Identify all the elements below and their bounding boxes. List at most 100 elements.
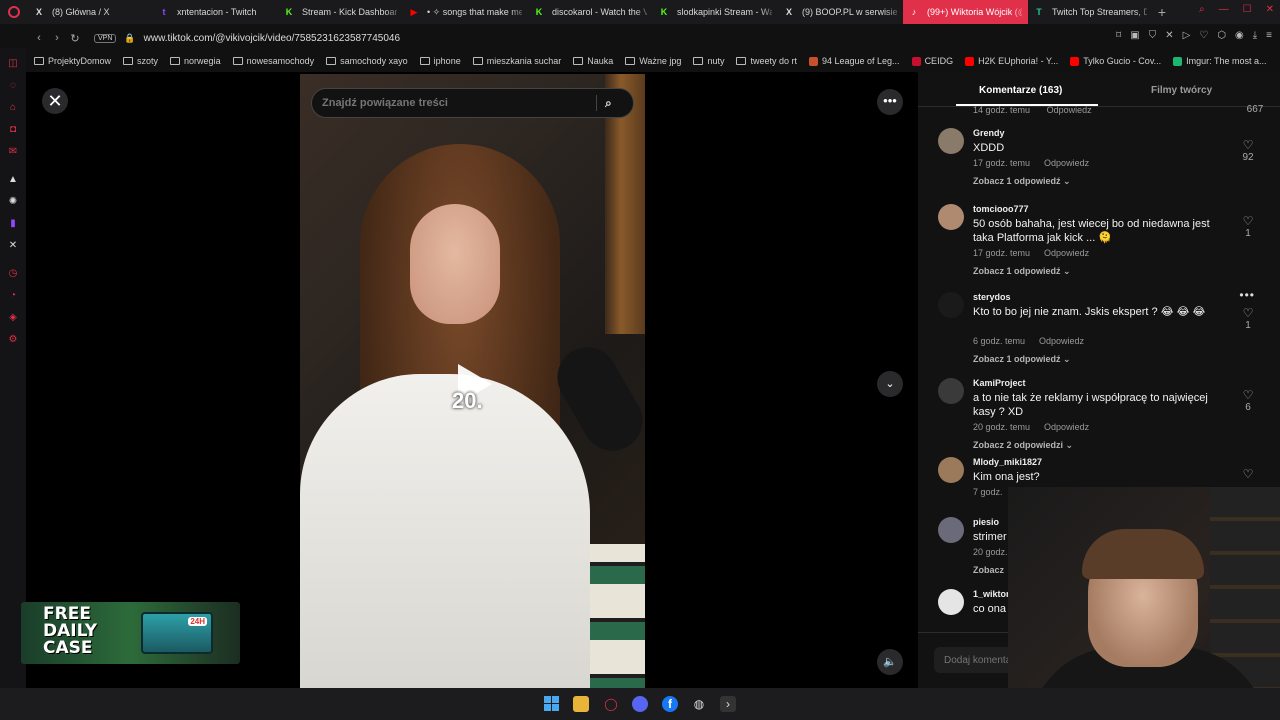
comment-username[interactable]: Grendy (973, 128, 1005, 138)
lock-icon[interactable]: 🔒 (124, 33, 135, 44)
bookmark-item[interactable]: CEIDG (911, 56, 953, 66)
close-window-button[interactable]: ✕ (1266, 4, 1274, 15)
browser-tab[interactable]: X (8) Główna / X (28, 0, 153, 24)
bookmark-item[interactable]: szoty (123, 56, 158, 66)
new-tab-button[interactable]: + (1153, 4, 1171, 20)
view-replies-button[interactable]: Zobacz 1 odpowiedź ⌄ (973, 354, 1071, 365)
avatar[interactable] (938, 128, 964, 154)
reply-button[interactable]: Odpowiedz (1039, 336, 1084, 346)
view-replies-button[interactable]: Zobacz 1 odpowiedź ⌄ (973, 176, 1071, 187)
volume-button[interactable]: 🔈 (877, 649, 903, 675)
tab-comments[interactable]: Komentarze (163) (979, 85, 1062, 96)
browser-tab[interactable]: T Twitch Top Streamers, D (1028, 0, 1153, 24)
wallet-icon[interactable]: ⌂ (7, 102, 19, 114)
aria-icon[interactable]: ◫ (7, 58, 19, 70)
search-tabs-icon[interactable]: ⌕ (1199, 4, 1205, 15)
maximize-button[interactable]: ☐ (1243, 4, 1252, 15)
browser-tab[interactable]: Kslodkapinki Stream - Wat (653, 0, 778, 24)
comment-username[interactable]: sterydos (973, 292, 1011, 302)
comment-more-icon[interactable]: ••• (1239, 288, 1255, 302)
opera-taskbar-icon[interactable]: ◯ (603, 696, 619, 712)
free-daily-case-ad[interactable]: FREE DAILY CASE 24H (21, 602, 240, 664)
bookmark-item[interactable]: Tylko Gucio - Cov... (1070, 56, 1161, 66)
x-icon[interactable]: ✕ (7, 240, 19, 252)
file-explorer-icon[interactable] (573, 696, 589, 712)
view-replies-button[interactable]: Zobacz (973, 565, 1004, 575)
shield-icon[interactable]: ⛉ (1149, 30, 1157, 41)
reload-button[interactable]: ↻ (66, 32, 84, 45)
forward-button[interactable]: › (48, 32, 66, 44)
browser-tab[interactable]: K Stream - Kick Dashboard (278, 0, 403, 24)
avatar[interactable] (938, 589, 964, 615)
snapshot-icon[interactable]: ▣ (1130, 30, 1139, 41)
bookmark-item[interactable]: Imgur: The most a... (1173, 56, 1267, 66)
extensions-icon[interactable]: ⬡ (1217, 30, 1226, 41)
bookmark-item[interactable]: ProjektyDomow (34, 56, 111, 66)
browser-tab[interactable]: ▶ • ✧ songs that make me (403, 0, 528, 24)
vpn-badge[interactable]: VPN (94, 33, 117, 43)
browser-tab[interactable]: t xntentacion - Twitch (153, 0, 278, 24)
comment-username[interactable]: KamiProject (973, 378, 1026, 388)
search-icon[interactable]: ⌕ (605, 96, 612, 111)
adblock-icon[interactable]: ✕ (1165, 30, 1173, 41)
reply-button[interactable]: Odpowiedz (1044, 422, 1089, 432)
more-options-button[interactable]: ••• (877, 89, 903, 115)
related-search-input[interactable] (322, 97, 592, 109)
comment-username[interactable]: 1_wiktor (973, 589, 1010, 599)
bookmark-item[interactable]: 94 League of Leg... (808, 56, 900, 66)
bookmark-item[interactable]: Ważne jpg (625, 56, 681, 66)
browser-tab[interactable]: Kdiscokarol - Watch the V (528, 0, 653, 24)
heart-icon[interactable]: ♡ (1199, 30, 1208, 41)
tab-creator-videos[interactable]: Filmy twórcy (1151, 85, 1212, 96)
facebook-icon[interactable]: f (662, 696, 678, 712)
history-clock-icon[interactable]: ◷ (7, 268, 19, 280)
bookmark-item[interactable]: H2K EUphoria! - Y... (965, 56, 1058, 66)
like-heart-icon[interactable]: ♡ (1240, 388, 1256, 402)
windows-start-icon[interactable] (544, 696, 560, 712)
bookmarks-side-icon[interactable]: ◈ (7, 312, 19, 324)
avatar[interactable] (938, 517, 964, 543)
opera-menu-icon[interactable] (0, 0, 28, 24)
messenger-icon[interactable]: ◘ (7, 124, 19, 136)
like-heart-icon[interactable]: ♡ (1240, 138, 1256, 152)
like-heart-icon[interactable]: ♡ (1240, 467, 1256, 481)
bookmark-icon[interactable]: ⌑ (1116, 30, 1121, 41)
avatar[interactable] (938, 378, 964, 404)
comment-username[interactable]: piesio (973, 517, 999, 527)
bookmark-item[interactable]: tweety do rt (736, 56, 797, 66)
bookmark-item[interactable]: samochody xayo (326, 56, 408, 66)
video-player[interactable]: 20. (300, 74, 645, 688)
browser-tab[interactable]: X (9) BOOP.PL w serwisie (778, 0, 903, 24)
kick-icon[interactable]: ▲ (7, 174, 19, 186)
back-button[interactable]: ‹ (30, 32, 48, 44)
url-field[interactable]: www.tiktok.com/@vikivojcik/video/7585231… (144, 33, 400, 44)
view-replies-button[interactable]: Zobacz 1 odpowiedź ⌄ (973, 266, 1071, 277)
minimize-button[interactable]: — (1219, 4, 1229, 15)
settings-icon[interactable]: ⚙ (7, 334, 19, 346)
obs-icon[interactable]: ◍ (691, 696, 707, 712)
bookmark-item[interactable]: iphone (419, 56, 461, 66)
bookmark-item[interactable]: mieszkania suchar (472, 56, 561, 66)
next-video-button[interactable]: ⌄ (877, 371, 903, 397)
twitch-icon[interactable]: ▮ (7, 218, 19, 230)
close-video-button[interactable]: ✕ (42, 88, 68, 114)
like-heart-icon[interactable]: ♡ (1240, 306, 1256, 320)
profile-icon[interactable]: ◉ (1235, 30, 1244, 41)
timer-icon[interactable]: ◔ (7, 290, 19, 302)
terminal-icon[interactable]: › (720, 696, 736, 712)
bookmark-item[interactable]: nuty (693, 56, 724, 66)
related-search-bar[interactable]: ⌕ (311, 88, 634, 118)
player-icon[interactable]: ▷ (1183, 30, 1191, 41)
comment-username[interactable]: Mlody_miki1827 (973, 457, 1042, 467)
avatar[interactable] (938, 204, 964, 230)
avatar[interactable] (938, 292, 964, 318)
browser-tab[interactable]: ♪ (99+) Wiktoria Wójcik (@ (903, 0, 1028, 24)
reply-button[interactable]: Odpowiedz (1047, 105, 1092, 115)
chatgpt-icon[interactable]: ✺ (7, 196, 19, 208)
bookmark-item[interactable]: Nauka (573, 56, 613, 66)
mail-icon[interactable]: ✉ (7, 146, 19, 158)
reply-button[interactable]: Odpowiedz (1044, 158, 1089, 168)
history-icon[interactable]: ◌ (7, 80, 19, 92)
view-replies-button[interactable]: Zobacz 2 odpowiedzi ⌄ (973, 440, 1073, 451)
comment-username[interactable]: tomciooo777 (973, 204, 1029, 214)
